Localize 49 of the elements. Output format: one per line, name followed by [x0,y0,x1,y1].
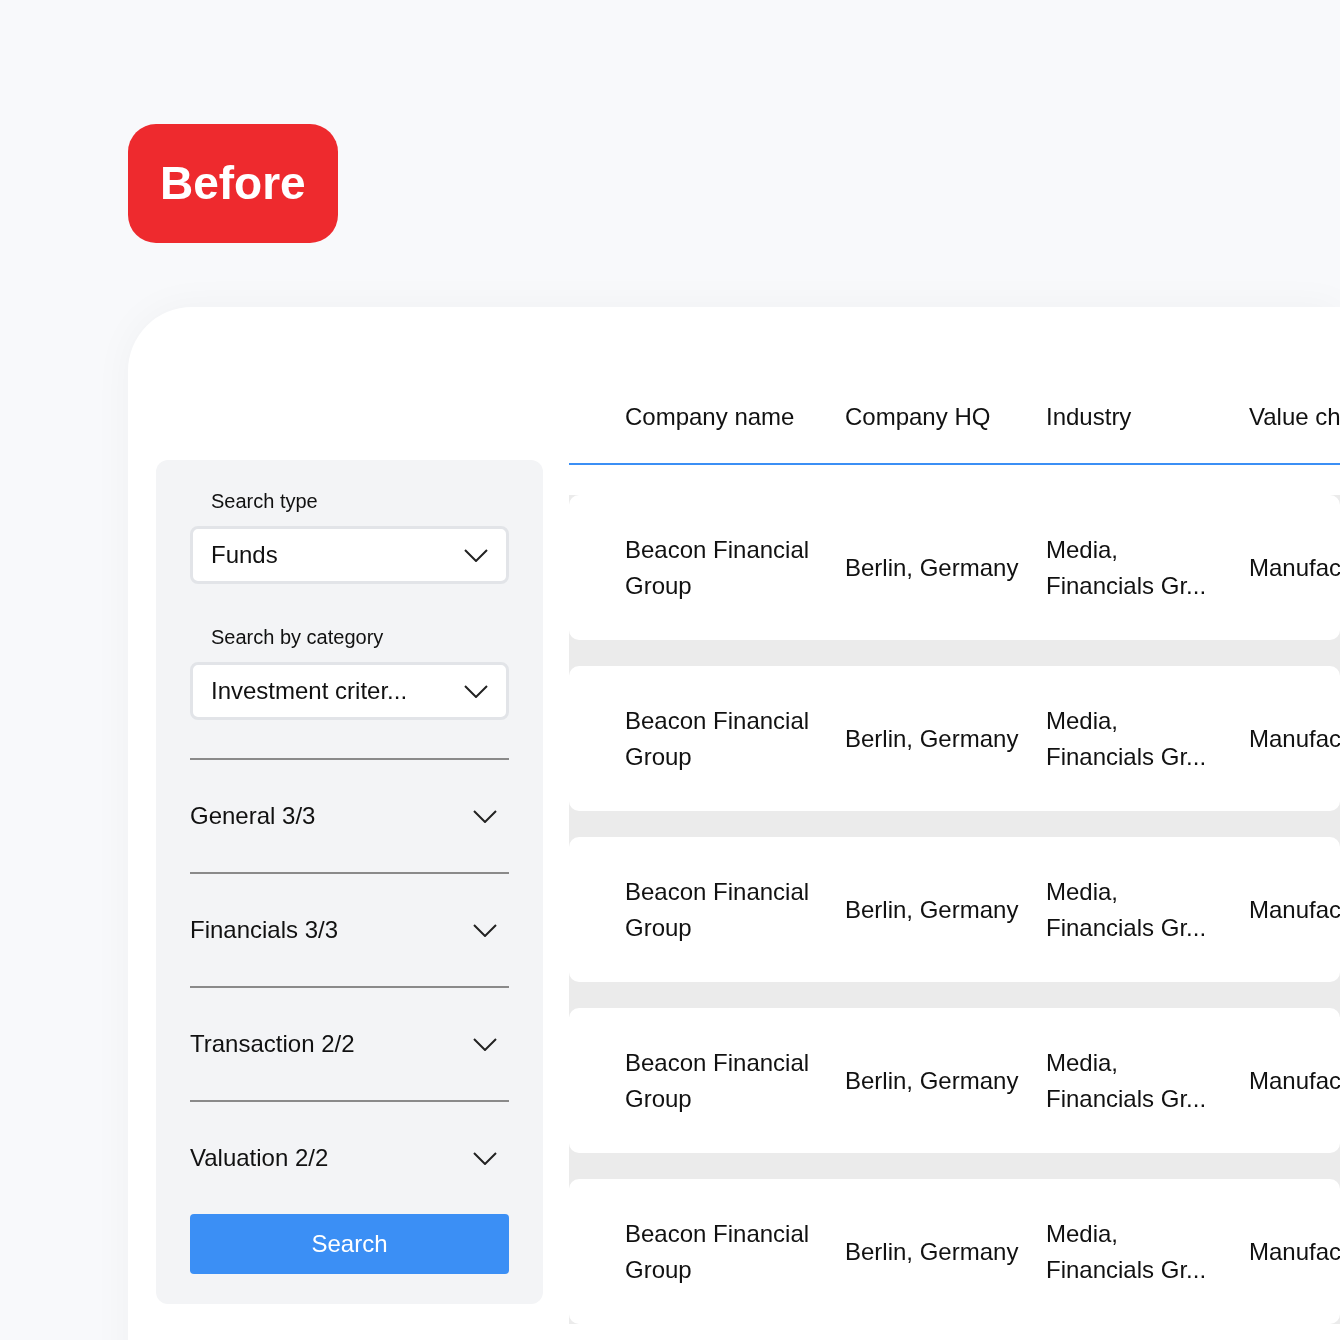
table-cell-text: Manufac [1249,552,1340,583]
chevron-down-icon [473,1037,497,1051]
accordion-item[interactable]: Transaction 2/2 [190,986,509,1101]
before-badge: Before [128,124,338,244]
section-label: Financials 3/3 [190,915,339,946]
chevron-down-icon [473,809,497,823]
dropdown-field[interactable]: Funds [190,526,509,585]
dropdown-field[interactable]: Investment criter... [190,662,509,721]
chevron-down-icon [473,923,497,937]
section-label: Valuation 2/2 [190,1143,329,1174]
table-row[interactable]: Beacon Financial Group Berlin, Germany Media, Financials Gr... Manufac [569,1008,1340,1154]
table-cell-text: Media, Financials Gr... [1046,1218,1208,1285]
dropdown-value: Funds [211,540,278,571]
chevron-down-icon [464,548,488,562]
section-label: Transaction 2/2 [190,1029,355,1060]
table-cell-text: Berlin, Germany [845,552,1020,583]
accordion-item[interactable]: Financials 3/3 [190,872,509,987]
table-row[interactable]: Beacon Financial Group Berlin, Germany Media, Financials Gr... Manufac [569,837,1340,983]
table-row[interactable]: Beacon Financial Group Berlin, Germany Media, Financials Gr... Manufac [569,1179,1340,1325]
table-cell-text: Berlin, Germany [845,1065,1020,1096]
table-cell-text: Media, Financials Gr... [1046,705,1208,772]
table-row[interactable]: Beacon Financial Group Berlin, Germany Media, Financials Gr... Manufac [569,666,1340,812]
table-cell-text: Media, Financials Gr... [1046,534,1208,601]
table-cell-text: Manufac [1249,1236,1340,1267]
table-cell-text: Berlin, Germany [845,723,1020,754]
column-header: Value ch [1249,402,1340,433]
column-header: Company name [625,402,796,433]
table-cell-text: Beacon Financial Group [625,876,811,943]
table-cell-text: Manufac [1249,723,1340,754]
table-cell-text: Berlin, Germany [845,1236,1020,1267]
table-cell-text: Media, Financials Gr... [1046,876,1208,943]
table-cell-text: Manufac [1249,894,1340,925]
column-header: Industry [1046,402,1133,433]
accordion-item[interactable]: General 3/3 [190,758,509,873]
section-label: General 3/3 [190,801,316,832]
table-cell-text: Beacon Financial Group [625,534,811,601]
table-row[interactable]: Beacon Financial Group Berlin, Germany Media, Financials Gr... Manufac [569,495,1340,641]
column-header: Company HQ [845,402,992,433]
table-cell-text: Beacon Financial Group [625,1218,811,1285]
field-label: Search by category [210,625,385,651]
table-cell-text: Beacon Financial Group [625,1047,811,1114]
table-cell-text: Manufac [1249,1065,1340,1096]
chevron-down-icon [473,1151,497,1165]
table-cell-text: Beacon Financial Group [625,705,811,772]
dropdown-value: Investment criter... [211,676,408,707]
field-label: Search type [210,489,319,515]
table-cell-text: Media, Financials Gr... [1046,1047,1208,1114]
chevron-down-icon [464,684,488,698]
table-cell-text: Berlin, Germany [845,894,1020,925]
